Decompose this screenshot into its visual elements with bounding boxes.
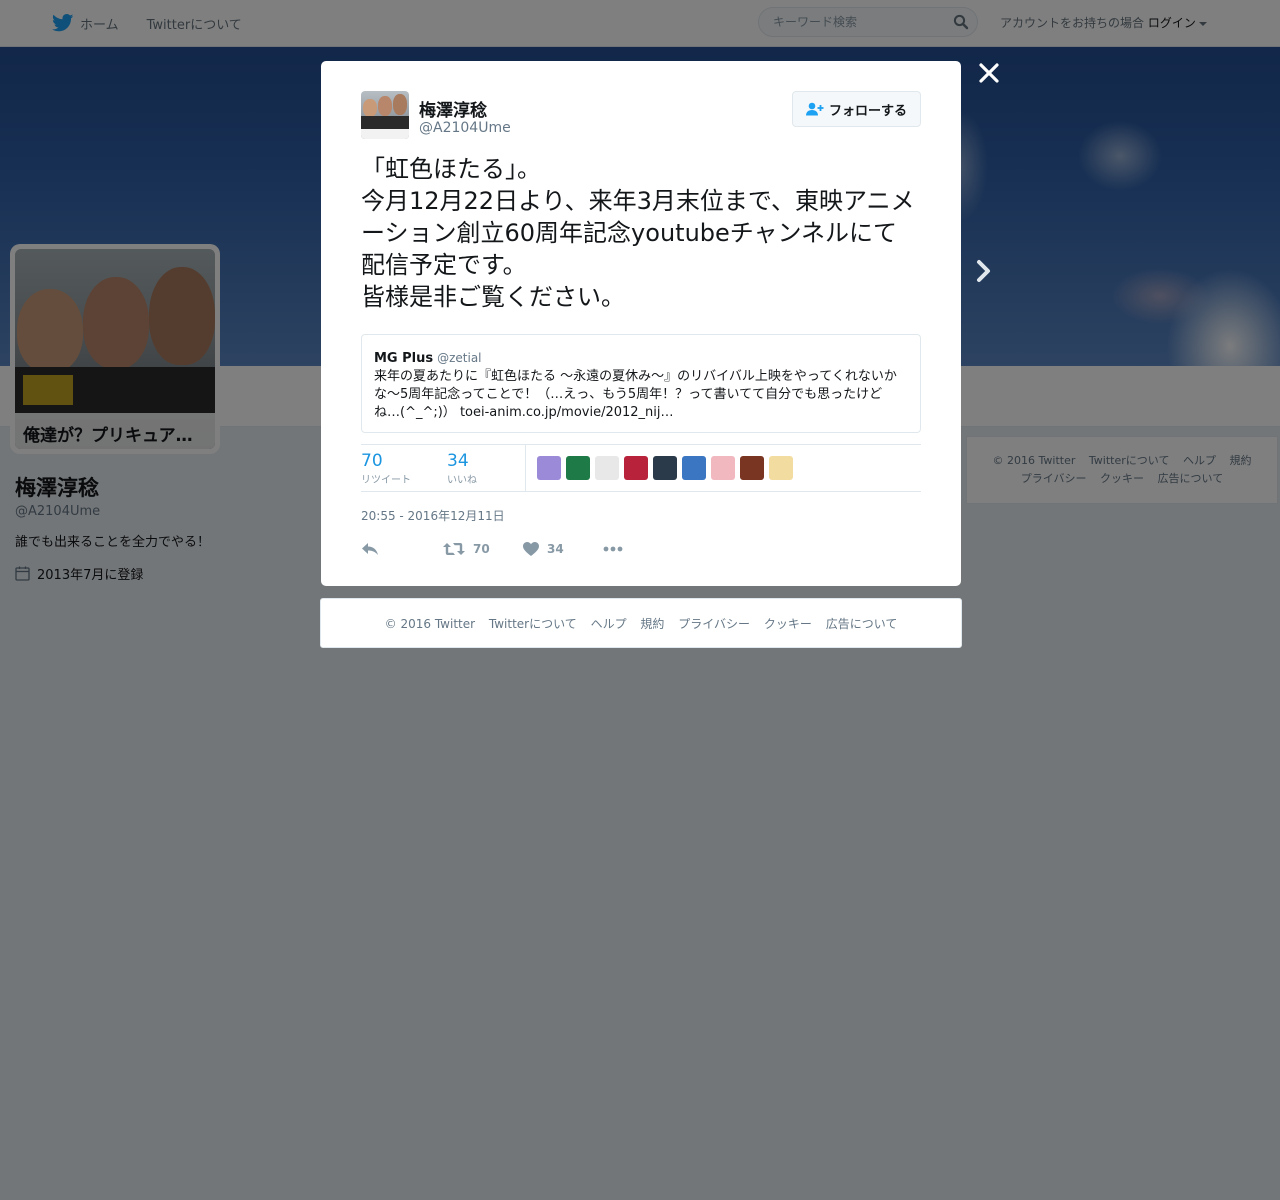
more-icon	[603, 546, 623, 552]
footer-help-link[interactable]: ヘルプ	[591, 617, 627, 631]
tweet-modal: 梅澤淳稔 @A2104Ume フォローする 「虹色ほたる」。 今月12月22日よ…	[321, 61, 961, 586]
avatar-caption-strip	[361, 129, 409, 139]
chevron-right-icon[interactable]	[972, 258, 996, 284]
avatar-face	[393, 94, 407, 115]
liker-avatar[interactable]	[624, 456, 648, 480]
tweet-author-avatar[interactable]	[361, 91, 409, 139]
like-count: 34	[447, 450, 469, 471]
footer-terms-link[interactable]: 規約	[640, 617, 664, 631]
liker-avatar[interactable]	[566, 456, 590, 480]
retweet-button[interactable]: 70	[443, 542, 523, 556]
tweet-stats: 70 リツイート 34 いいね	[361, 444, 921, 492]
like-action-count: 34	[547, 542, 564, 556]
tweet-author-handle[interactable]: @A2104Ume	[419, 120, 511, 136]
tweet-header: 梅澤淳稔 @A2104Ume フォローする	[361, 91, 921, 141]
stats-divider	[525, 445, 526, 491]
footer-about-link[interactable]: Twitterについて	[489, 617, 577, 631]
tweet-actions: 70 34	[361, 542, 921, 556]
footer-cookies-link[interactable]: クッキー	[764, 617, 812, 631]
liker-avatar[interactable]	[740, 456, 764, 480]
retweet-stat-label: リツイート	[361, 474, 411, 486]
footer-copyright: © 2016 Twitter	[384, 617, 476, 631]
avatar-face	[378, 96, 392, 116]
tweet-author-name[interactable]: 梅澤淳稔	[419, 96, 487, 121]
liker-avatar[interactable]	[537, 456, 561, 480]
retweet-count: 70	[361, 450, 383, 471]
liker-avatar[interactable]	[711, 456, 735, 480]
follow-button[interactable]: フォローする	[791, 91, 921, 127]
modal-footer: © 2016 Twitter Twitterについて ヘルプ 規約 プライバシー…	[320, 598, 962, 648]
close-icon[interactable]	[976, 60, 1002, 86]
heart-icon	[523, 542, 539, 556]
footer-privacy-link[interactable]: プライバシー	[678, 617, 750, 631]
liker-avatar[interactable]	[682, 456, 706, 480]
like-stat[interactable]: 34 いいね	[447, 451, 477, 486]
tweet-text: 「虹色ほたる」。 今月12月22日より、来年3月末位まで、東映アニメーション創立…	[361, 155, 915, 311]
avatar-clothes	[361, 116, 409, 129]
retweet-icon	[443, 543, 465, 555]
liker-avatar[interactable]	[653, 456, 677, 480]
reply-icon	[362, 543, 378, 555]
add-user-icon	[805, 102, 824, 116]
quoted-author-handle: @zetial	[437, 351, 482, 365]
retweet-action-count: 70	[473, 542, 490, 556]
follow-button-label: フォローする	[828, 103, 907, 119]
like-button[interactable]: 34	[523, 542, 603, 556]
liker-avatar[interactable]	[769, 456, 793, 480]
retweet-stat[interactable]: 70 リツイート	[361, 451, 411, 486]
like-stat-label: いいね	[447, 474, 477, 486]
quoted-author-name: MG Plus	[374, 351, 434, 366]
reply-button[interactable]	[361, 542, 443, 556]
liker-avatar[interactable]	[595, 456, 619, 480]
quoted-tweet-text: 来年の夏あたりに『虹色ほたる 〜永遠の夏休み〜』のリバイバル上映をやってくれない…	[374, 369, 897, 420]
more-button[interactable]	[603, 546, 631, 552]
quoted-tweet[interactable]: MG Plus @zetial 来年の夏あたりに『虹色ほたる 〜永遠の夏休み〜』の…	[361, 334, 921, 433]
footer-ads-link[interactable]: 広告について	[826, 617, 898, 631]
likers-avatars	[537, 456, 798, 480]
tweet-timestamp[interactable]: 20:55 - 2016年12月11日	[361, 507, 921, 524]
avatar-face	[363, 99, 377, 117]
